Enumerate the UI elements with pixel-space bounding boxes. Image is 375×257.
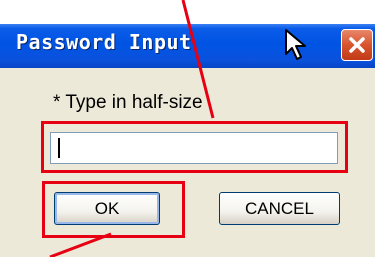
annotation-arrow-bottom xyxy=(49,232,112,257)
annotation-arrows xyxy=(49,0,215,257)
annotation-arrow-top xyxy=(181,0,215,119)
